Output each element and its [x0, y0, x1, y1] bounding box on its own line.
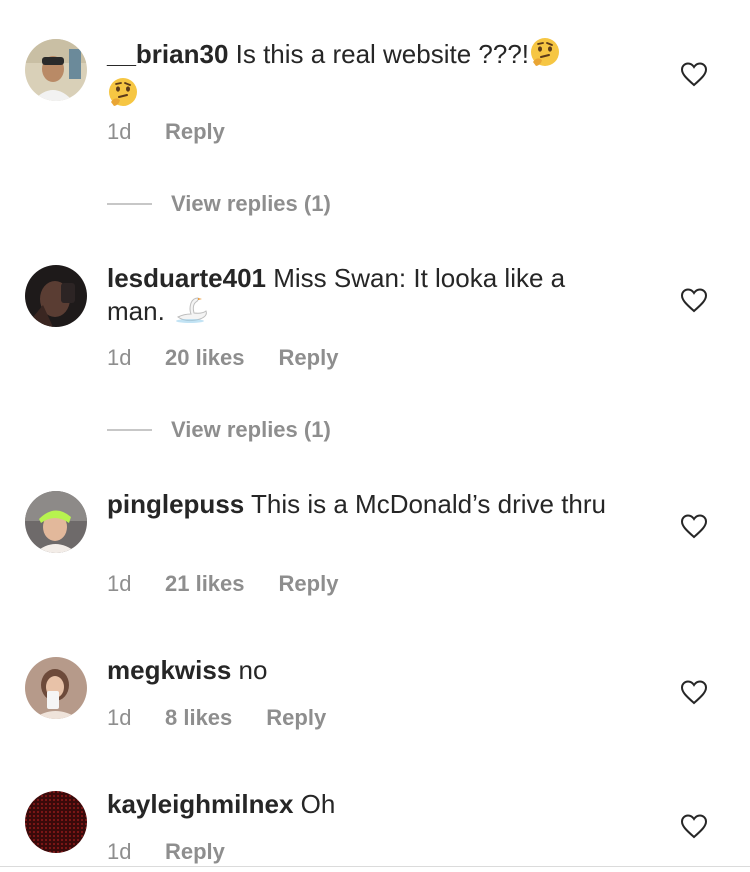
divider-line: [107, 203, 152, 205]
comment-meta: 1d 21 likes Reply: [107, 571, 338, 597]
username[interactable]: pinglepuss: [107, 489, 244, 519]
avatar[interactable]: [25, 791, 87, 853]
username[interactable]: kayleighmilnex: [107, 789, 293, 819]
reply-button[interactable]: Reply: [279, 571, 339, 597]
comment-body: pinglepuss This is a McDonald’s drive th…: [107, 488, 627, 521]
username[interactable]: lesduarte401: [107, 263, 266, 293]
heart-outline-icon[interactable]: [680, 61, 708, 87]
comment-meta: 1d 20 likes Reply: [107, 345, 338, 371]
swan-icon: [172, 297, 212, 333]
username[interactable]: __brian30: [107, 39, 228, 69]
bottom-divider: [0, 866, 750, 867]
likes-count[interactable]: 20 likes: [165, 345, 245, 371]
view-replies-label: View replies (1): [171, 191, 331, 216]
thinking-face-icon: [529, 36, 561, 76]
heart-outline-icon[interactable]: [680, 287, 708, 313]
avatar[interactable]: [25, 265, 87, 327]
avatar[interactable]: [25, 657, 87, 719]
reply-button[interactable]: Reply: [266, 705, 326, 731]
timestamp: 1d: [107, 345, 132, 370]
view-replies-label: View replies (1): [171, 417, 331, 442]
likes-count[interactable]: 8 likes: [165, 705, 232, 731]
comment-meta: 1d Reply: [107, 119, 225, 145]
comment-meta: 1d Reply: [107, 839, 225, 865]
comment-body: kayleighmilnex Oh: [107, 788, 627, 821]
comment-text: Is this a real website ???!: [235, 39, 530, 69]
comment-meta: 1d 8 likes Reply: [107, 705, 326, 731]
divider-line: [107, 429, 152, 431]
reply-button[interactable]: Reply: [279, 345, 339, 371]
view-replies-button[interactable]: View replies (1): [107, 417, 331, 443]
username[interactable]: megkwiss: [107, 655, 231, 685]
heart-outline-icon[interactable]: [680, 813, 708, 839]
timestamp: 1d: [107, 705, 132, 730]
comment-text: This is a McDonald’s drive thru: [251, 489, 607, 519]
avatar[interactable]: [25, 491, 87, 553]
reply-button[interactable]: Reply: [165, 119, 225, 145]
view-replies-button[interactable]: View replies (1): [107, 191, 331, 217]
reply-button[interactable]: Reply: [165, 839, 225, 865]
timestamp: 1d: [107, 119, 132, 144]
likes-count[interactable]: 21 likes: [165, 571, 245, 597]
comment-body: megkwiss no: [107, 654, 627, 687]
comment-text: Oh: [300, 789, 336, 819]
comment-body: lesduarte401 Miss Swan: It looka like a …: [107, 262, 627, 333]
heart-outline-icon[interactable]: [680, 513, 708, 539]
timestamp: 1d: [107, 839, 132, 864]
heart-outline-icon[interactable]: [680, 679, 708, 705]
comment-text: no: [238, 655, 268, 685]
avatar[interactable]: [25, 39, 87, 101]
thinking-face-icon: [107, 76, 139, 116]
comment-body: __brian30 Is this a real website ???!: [107, 36, 627, 116]
timestamp: 1d: [107, 571, 132, 596]
